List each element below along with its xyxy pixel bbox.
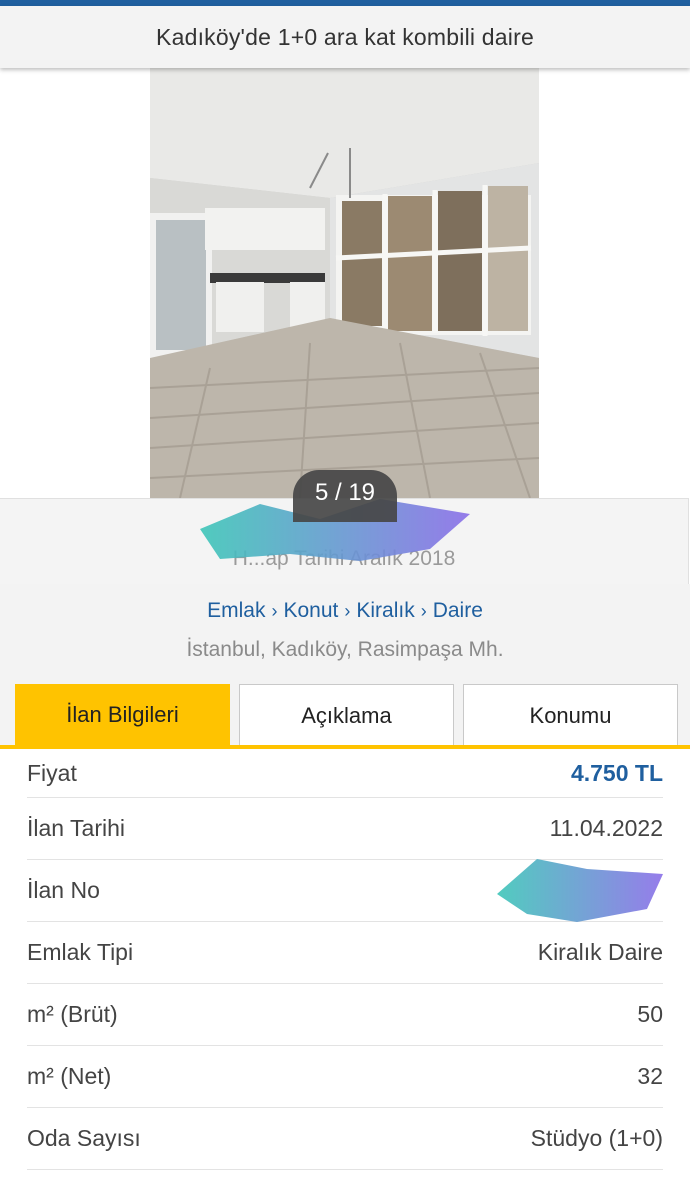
- breadcrumb-path: Emlak › Konut › Kiralık › Daire: [0, 599, 690, 623]
- row-label: İlan No: [27, 877, 100, 903]
- table-row: Oda Sayısı Stüdyo (1+0): [27, 1108, 663, 1170]
- tab-label: Açıklama: [301, 702, 392, 728]
- listing-photo[interactable]: [150, 68, 539, 498]
- row-value: 11.04.2022: [549, 815, 663, 841]
- chevron-right-icon: ›: [344, 601, 351, 621]
- photo-counter: 5 / 19: [293, 470, 397, 522]
- row-label: Fiyat: [27, 759, 77, 786]
- tab-konumu[interactable]: Konumu: [463, 684, 678, 746]
- row-value: Kiralık Daire: [537, 939, 663, 965]
- chevron-right-icon: ›: [271, 601, 278, 621]
- room-photo-image: [150, 68, 539, 498]
- row-label: Emlak Tipi: [27, 939, 134, 965]
- details-table: Fiyat 4.750 TL İlan Tarihi 11.04.2022 İl…: [27, 749, 663, 1170]
- breadcrumb-item-daire[interactable]: Daire: [433, 599, 483, 622]
- row-label: m² (Net): [27, 1063, 112, 1089]
- row-value: 32: [637, 1063, 663, 1089]
- breadcrumb-item-kiralik[interactable]: Kiralık: [356, 599, 414, 622]
- table-row: Fiyat 4.750 TL: [27, 749, 663, 798]
- chevron-right-icon: ›: [420, 601, 427, 621]
- breadcrumb-item-konut[interactable]: Konut: [283, 599, 338, 622]
- row-label: Oda Sayısı: [27, 1125, 141, 1151]
- redaction-scribble: [497, 859, 663, 922]
- tab-label: Konumu: [529, 702, 612, 728]
- header: Kadıköy'de 1+0 ara kat kombili daire: [0, 6, 690, 68]
- tab-bar: İlan Bilgileri Açıklama Konumu: [0, 684, 690, 746]
- row-label: İlan Tarihi: [27, 815, 126, 841]
- table-row: Emlak Tipi Kiralık Daire: [27, 922, 663, 984]
- tab-label: İlan Bilgileri: [66, 702, 179, 727]
- row-value: Stüdyo (1+0): [530, 1125, 663, 1151]
- row-value: 50: [637, 1001, 663, 1027]
- row-label: m² (Brüt): [27, 1001, 118, 1027]
- tab-aciklama[interactable]: Açıklama: [239, 684, 454, 746]
- table-row: m² (Net) 32: [27, 1046, 663, 1108]
- tab-ilan-bilgileri[interactable]: İlan Bilgileri: [15, 684, 230, 746]
- page-title: Kadıköy'de 1+0 ara kat kombili daire: [156, 23, 534, 50]
- table-row: İlan No: [27, 859, 663, 922]
- location-text: İstanbul, Kadıköy, Rasimpaşa Mh.: [186, 638, 504, 661]
- price-value: 4.750 TL: [570, 759, 663, 786]
- breadcrumb: Emlak › Konut › Kiralık › Daire İstanbul, Kadı…: [0, 584, 690, 684]
- table-row: m² (Brüt) 50: [27, 984, 663, 1046]
- table-row: İlan Tarihi 11.04.2022: [27, 798, 663, 860]
- breadcrumb-item-emlak[interactable]: Emlak: [207, 599, 265, 622]
